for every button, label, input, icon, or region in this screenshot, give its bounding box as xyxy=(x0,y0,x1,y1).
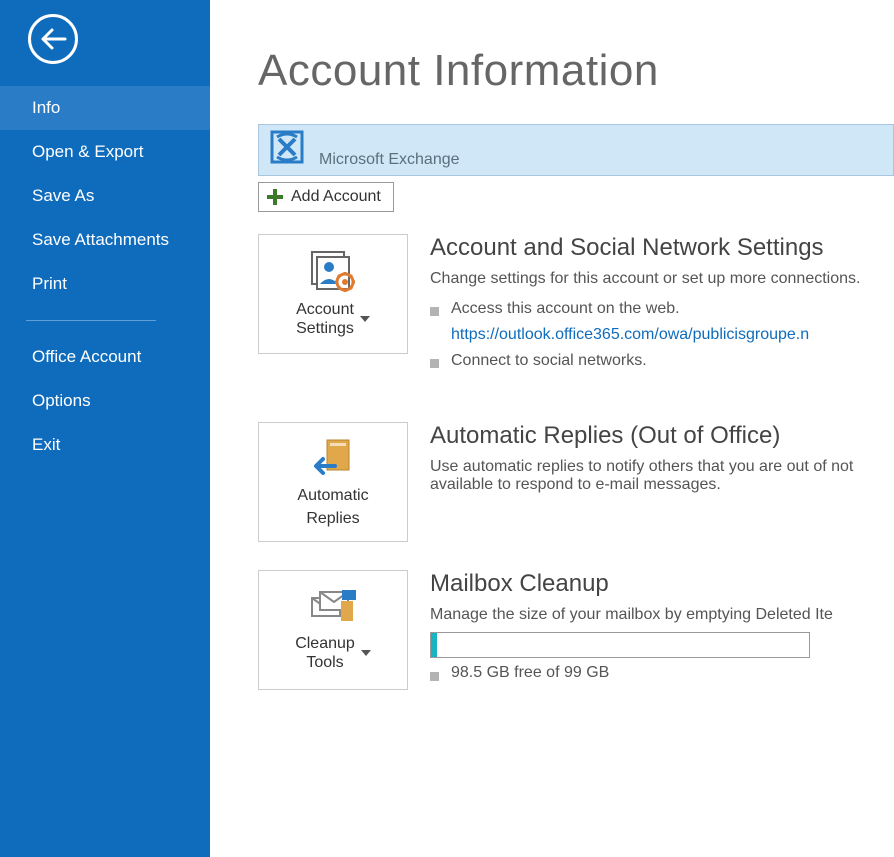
mailbox-cleanup-desc: Manage the size of your mailbox by empty… xyxy=(430,606,894,624)
owa-link[interactable]: https://outlook.office365.com/owa/public… xyxy=(451,326,809,344)
arrow-left-icon xyxy=(39,27,67,51)
section-mailbox-cleanup: Cleanup Tools Mailbox Cleanup Manage the… xyxy=(258,570,894,690)
account-dropdown[interactable]: Microsoft Exchange xyxy=(258,124,894,176)
auto-replies-body: Automatic Replies (Out of Office) Use au… xyxy=(408,422,894,542)
square-bullet-icon xyxy=(430,672,439,681)
add-account-button[interactable]: Add Account xyxy=(258,182,394,212)
mailbox-cleanup-body: Mailbox Cleanup Manage the size of your … xyxy=(408,570,894,690)
bullet-social-networks: Connect to social networks. xyxy=(430,348,894,374)
square-bullet-icon xyxy=(430,359,439,368)
sidebar-item-info[interactable]: Info xyxy=(0,86,210,130)
exchange-icon xyxy=(269,129,305,165)
sidebar-item-print[interactable]: Print xyxy=(0,262,210,306)
page-title: Account Information xyxy=(258,46,894,96)
sidebar-item-label: Office Account xyxy=(32,347,141,366)
section-auto-replies: Automatic Replies Automatic Replies (Out… xyxy=(258,422,894,542)
sidebar-separator xyxy=(26,320,156,321)
automatic-replies-icon xyxy=(311,436,355,480)
account-settings-bullets: Access this account on the web. https://… xyxy=(430,296,894,374)
sidebar: Info Open & Export Save As Save Attachme… xyxy=(0,0,210,857)
sidebar-item-open-export[interactable]: Open & Export xyxy=(0,130,210,174)
mailbox-cleanup-title: Mailbox Cleanup xyxy=(430,570,894,598)
sidebar-item-label: Print xyxy=(32,274,67,293)
sidebar-item-options[interactable]: Options xyxy=(0,379,210,423)
sidebar-item-save-attachments[interactable]: Save Attachments xyxy=(0,218,210,262)
sidebar-item-label: Save As xyxy=(32,186,94,205)
sidebar-item-exit[interactable]: Exit xyxy=(0,423,210,467)
sidebar-item-save-as[interactable]: Save As xyxy=(0,174,210,218)
cleanup-tools-icon xyxy=(308,588,358,628)
sidebar-item-label: Options xyxy=(32,391,91,410)
storage-text: 98.5 GB free of 99 GB xyxy=(451,664,609,682)
storage-bar xyxy=(430,632,810,658)
chevron-down-icon xyxy=(361,650,371,656)
cleanup-tools-button[interactable]: Cleanup Tools xyxy=(258,570,408,690)
add-account-label: Add Account xyxy=(291,188,381,206)
sidebar-item-label: Open & Export xyxy=(32,142,144,161)
sidebar-item-label: Info xyxy=(32,98,60,117)
account-settings-body: Account and Social Network Settings Chan… xyxy=(408,234,894,374)
account-settings-icon xyxy=(308,250,358,294)
storage-bar-fill xyxy=(431,633,437,657)
sidebar-item-office-account[interactable]: Office Account xyxy=(0,335,210,379)
account-settings-button[interactable]: Account Settings xyxy=(258,234,408,354)
storage-text-row: 98.5 GB free of 99 GB xyxy=(430,664,894,682)
plus-icon xyxy=(267,189,283,205)
section-account-settings: Account Settings Account and Social Netw… xyxy=(258,234,894,374)
square-bullet-icon xyxy=(430,307,439,316)
main-content: Account Information Microsoft Exchange A… xyxy=(210,0,894,857)
account-settings-title: Account and Social Network Settings xyxy=(430,234,894,262)
automatic-replies-button[interactable]: Automatic Replies xyxy=(258,422,408,542)
sidebar-item-label: Exit xyxy=(32,435,60,454)
bullet-owa-link: https://outlook.office365.com/owa/public… xyxy=(430,322,894,348)
chevron-down-icon xyxy=(360,316,370,322)
account-settings-desc: Change settings for this account or set … xyxy=(430,270,894,288)
cleanup-tools-button-label: Cleanup Tools xyxy=(295,634,371,672)
account-type-label: Microsoft Exchange xyxy=(319,151,460,169)
account-settings-button-label: Account Settings xyxy=(296,300,370,338)
app-root: Info Open & Export Save As Save Attachme… xyxy=(0,0,894,857)
automatic-replies-button-label: Automatic Replies xyxy=(297,486,368,528)
auto-replies-desc: Use automatic replies to notify others t… xyxy=(430,458,894,494)
sidebar-item-label: Save Attachments xyxy=(32,230,169,249)
back-button[interactable] xyxy=(28,14,78,64)
auto-replies-title: Automatic Replies (Out of Office) xyxy=(430,422,894,450)
bullet-access-web: Access this account on the web. xyxy=(430,296,894,322)
